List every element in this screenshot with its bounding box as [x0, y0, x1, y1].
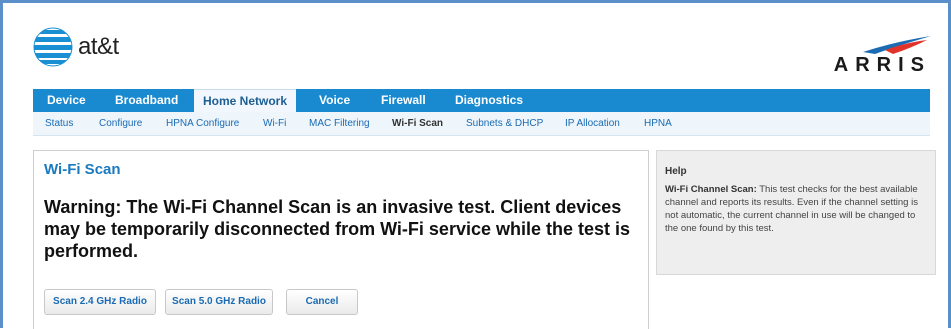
att-globe-icon [33, 27, 73, 67]
main-nav-firewall[interactable]: Firewall [381, 89, 426, 112]
main-nav-broadband[interactable]: Broadband [115, 89, 178, 112]
att-logo[interactable]: at&t [33, 27, 119, 67]
sub-nav-wifi[interactable]: Wi-Fi [263, 112, 286, 135]
page-title: Wi-Fi Scan [44, 161, 121, 178]
scan-2-4-ghz-button[interactable]: Scan 2.4 GHz Radio [44, 289, 156, 315]
main-nav-diagnostics[interactable]: Diagnostics [455, 89, 523, 112]
help-title: Help [665, 166, 687, 177]
window-frame-left [0, 0, 3, 328]
sub-nav-wifi-scan[interactable]: Wi-Fi Scan [392, 112, 443, 135]
window-frame-top [0, 0, 951, 3]
sub-nav-configure[interactable]: Configure [99, 112, 142, 135]
help-panel: Help Wi-Fi Channel Scan: This test check… [656, 150, 936, 275]
att-logo-text: at&t [78, 33, 119, 60]
main-nav-home-network[interactable]: Home Network [194, 89, 296, 112]
main-nav-voice[interactable]: Voice [319, 89, 350, 112]
sub-nav-hpna-configure[interactable]: HPNA Configure [166, 112, 239, 135]
sub-nav-status[interactable]: Status [45, 112, 73, 135]
wifi-scan-panel: Wi-Fi Scan Warning: The Wi-Fi Channel Sc… [33, 150, 649, 329]
sub-nav-hpna[interactable]: HPNA [644, 112, 672, 135]
help-text: Wi-Fi Channel Scan: This test checks for… [665, 183, 927, 235]
warning-message: Warning: The Wi-Fi Channel Scan is an in… [44, 197, 631, 261]
sub-nav-mac-filtering[interactable]: MAC Filtering [309, 112, 370, 135]
main-nav: Device Broadband Home Network Voice Fire… [33, 89, 930, 112]
sub-nav: Status Configure HPNA Configure Wi-Fi MA… [33, 112, 930, 136]
sub-nav-ip-allocation[interactable]: IP Allocation [565, 112, 620, 135]
help-term: Wi-Fi Channel Scan: [665, 184, 757, 195]
arris-logo-text: ARRIS [833, 54, 931, 76]
cancel-button[interactable]: Cancel [286, 289, 358, 315]
main-nav-device[interactable]: Device [47, 89, 86, 112]
scan-5-0-ghz-button[interactable]: Scan 5.0 GHz Radio [165, 289, 273, 315]
sub-nav-subnets-dhcp[interactable]: Subnets & DHCP [466, 112, 543, 135]
